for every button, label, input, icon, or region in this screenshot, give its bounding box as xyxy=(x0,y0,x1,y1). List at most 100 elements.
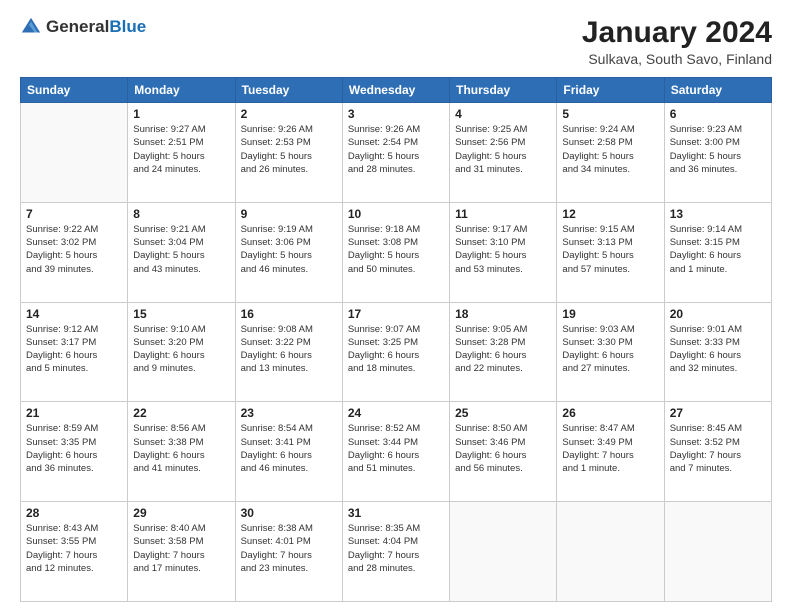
calendar-cell: 20 Sunrise: 9:01 AM Sunset: 3:33 PM Dayli… xyxy=(664,302,771,402)
day-info: Sunrise: 9:23 AM Sunset: 3:00 PM Dayligh… xyxy=(670,123,766,176)
logo-blue-text: Blue xyxy=(109,17,146,36)
day-number: 4 xyxy=(455,107,551,121)
day-number: 18 xyxy=(455,307,551,321)
weekday-header-wednesday: Wednesday xyxy=(342,78,449,103)
day-number: 21 xyxy=(26,406,122,420)
day-info: Sunrise: 9:18 AM Sunset: 3:08 PM Dayligh… xyxy=(348,223,444,276)
weekday-header-monday: Monday xyxy=(128,78,235,103)
calendar-cell: 5 Sunrise: 9:24 AM Sunset: 2:58 PM Daylig… xyxy=(557,103,664,203)
calendar-cell: 11 Sunrise: 9:17 AM Sunset: 3:10 PM Dayli… xyxy=(450,202,557,302)
day-number: 15 xyxy=(133,307,229,321)
calendar-cell: 17 Sunrise: 9:07 AM Sunset: 3:25 PM Dayli… xyxy=(342,302,449,402)
calendar-cell: 6 Sunrise: 9:23 AM Sunset: 3:00 PM Daylig… xyxy=(664,103,771,203)
day-number: 27 xyxy=(670,406,766,420)
day-number: 6 xyxy=(670,107,766,121)
day-info: Sunrise: 9:24 AM Sunset: 2:58 PM Dayligh… xyxy=(562,123,658,176)
day-number: 5 xyxy=(562,107,658,121)
day-number: 22 xyxy=(133,406,229,420)
calendar-cell: 24Sunrise: 8:52 AM Sunset: 3:44 PM Dayli… xyxy=(342,402,449,502)
day-info: Sunrise: 9:25 AM Sunset: 2:56 PM Dayligh… xyxy=(455,123,551,176)
weekday-header-saturday: Saturday xyxy=(664,78,771,103)
day-info: Sunrise: 9:17 AM Sunset: 3:10 PM Dayligh… xyxy=(455,223,551,276)
day-info: Sunrise: 8:45 AM Sunset: 3:52 PM Dayligh… xyxy=(670,422,766,475)
day-info: Sunrise: 8:40 AM Sunset: 3:58 PM Dayligh… xyxy=(133,522,229,575)
day-info: Sunrise: 9:05 AM Sunset: 3:28 PM Dayligh… xyxy=(455,323,551,376)
day-number: 23 xyxy=(241,406,337,420)
calendar-cell xyxy=(21,103,128,203)
calendar-cell: 8 Sunrise: 9:21 AM Sunset: 3:04 PM Daylig… xyxy=(128,202,235,302)
calendar-cell: 15 Sunrise: 9:10 AM Sunset: 3:20 PM Dayli… xyxy=(128,302,235,402)
weekday-header-thursday: Thursday xyxy=(450,78,557,103)
calendar-cell: 10Sunrise: 9:18 AM Sunset: 3:08 PM Dayli… xyxy=(342,202,449,302)
day-number: 31 xyxy=(348,506,444,520)
day-number: 19 xyxy=(562,307,658,321)
day-info: Sunrise: 9:08 AM Sunset: 3:22 PM Dayligh… xyxy=(241,323,337,376)
day-info: Sunrise: 8:54 AM Sunset: 3:41 PM Dayligh… xyxy=(241,422,337,475)
day-number: 26 xyxy=(562,406,658,420)
calendar-cell: 26Sunrise: 8:47 AM Sunset: 3:49 PM Dayli… xyxy=(557,402,664,502)
calendar-cell: 1Sunrise: 9:27 AM Sunset: 2:51 PM Daylig… xyxy=(128,103,235,203)
day-info: Sunrise: 9:12 AM Sunset: 3:17 PM Dayligh… xyxy=(26,323,122,376)
day-info: Sunrise: 8:59 AM Sunset: 3:35 PM Dayligh… xyxy=(26,422,122,475)
calendar-cell: 18 Sunrise: 9:05 AM Sunset: 3:28 PM Dayli… xyxy=(450,302,557,402)
calendar-cell: 14 Sunrise: 9:12 AM Sunset: 3:17 PM Dayli… xyxy=(21,302,128,402)
day-number: 2 xyxy=(241,107,337,121)
calendar-cell: 22 Sunrise: 8:56 AM Sunset: 3:38 PM Dayli… xyxy=(128,402,235,502)
day-info: Sunrise: 9:07 AM Sunset: 3:25 PM Dayligh… xyxy=(348,323,444,376)
calendar-cell: 3 Sunrise: 9:26 AM Sunset: 2:54 PM Daylig… xyxy=(342,103,449,203)
day-number: 3 xyxy=(348,107,444,121)
weekday-header-sunday: Sunday xyxy=(21,78,128,103)
day-info: Sunrise: 9:01 AM Sunset: 3:33 PM Dayligh… xyxy=(670,323,766,376)
calendar-cell: 16Sunrise: 9:08 AM Sunset: 3:22 PM Dayli… xyxy=(235,302,342,402)
calendar-cell: 28 Sunrise: 8:43 AM Sunset: 3:55 PM Dayli… xyxy=(21,502,128,602)
calendar-cell: 7Sunrise: 9:22 AM Sunset: 3:02 PM Daylig… xyxy=(21,202,128,302)
logo: GeneralBlue xyxy=(20,16,146,38)
calendar-cell: 25 Sunrise: 8:50 AM Sunset: 3:46 PM Dayli… xyxy=(450,402,557,502)
day-number: 9 xyxy=(241,207,337,221)
day-info: Sunrise: 9:10 AM Sunset: 3:20 PM Dayligh… xyxy=(133,323,229,376)
calendar-cell: 21 Sunrise: 8:59 AM Sunset: 3:35 PM Dayli… xyxy=(21,402,128,502)
day-info: Sunrise: 9:14 AM Sunset: 3:15 PM Dayligh… xyxy=(670,223,766,276)
logo-icon xyxy=(20,16,42,38)
day-info: Sunrise: 8:35 AM Sunset: 4:04 PM Dayligh… xyxy=(348,522,444,575)
day-info: Sunrise: 9:26 AM Sunset: 2:54 PM Dayligh… xyxy=(348,123,444,176)
title-block: January 2024 Sulkava, South Savo, Finlan… xyxy=(582,16,772,67)
calendar-subtitle: Sulkava, South Savo, Finland xyxy=(582,51,772,67)
calendar-cell: 31 Sunrise: 8:35 AM Sunset: 4:04 PM Dayli… xyxy=(342,502,449,602)
calendar-cell: 13 Sunrise: 9:14 AM Sunset: 3:15 PM Dayli… xyxy=(664,202,771,302)
day-info: Sunrise: 9:03 AM Sunset: 3:30 PM Dayligh… xyxy=(562,323,658,376)
day-number: 8 xyxy=(133,207,229,221)
calendar-cell xyxy=(557,502,664,602)
day-number: 28 xyxy=(26,506,122,520)
day-number: 11 xyxy=(455,207,551,221)
day-info: Sunrise: 9:26 AM Sunset: 2:53 PM Dayligh… xyxy=(241,123,337,176)
day-number: 1 xyxy=(133,107,229,121)
day-number: 13 xyxy=(670,207,766,221)
day-number: 14 xyxy=(26,307,122,321)
calendar-cell: 27 Sunrise: 8:45 AM Sunset: 3:52 PM Dayli… xyxy=(664,402,771,502)
day-number: 30 xyxy=(241,506,337,520)
day-number: 25 xyxy=(455,406,551,420)
day-info: Sunrise: 8:50 AM Sunset: 3:46 PM Dayligh… xyxy=(455,422,551,475)
calendar-cell: 30 Sunrise: 8:38 AM Sunset: 4:01 PM Dayli… xyxy=(235,502,342,602)
calendar-cell: 12 Sunrise: 9:15 AM Sunset: 3:13 PM Dayli… xyxy=(557,202,664,302)
day-number: 12 xyxy=(562,207,658,221)
day-info: Sunrise: 8:43 AM Sunset: 3:55 PM Dayligh… xyxy=(26,522,122,575)
calendar-cell: 2 Sunrise: 9:26 AM Sunset: 2:53 PM Daylig… xyxy=(235,103,342,203)
calendar-title: January 2024 xyxy=(582,16,772,49)
calendar-cell: 29 Sunrise: 8:40 AM Sunset: 3:58 PM Dayli… xyxy=(128,502,235,602)
logo-general-text: General xyxy=(46,17,109,36)
calendar-table: SundayMondayTuesdayWednesdayThursdayFrid… xyxy=(20,77,772,602)
calendar-cell: 9 Sunrise: 9:19 AM Sunset: 3:06 PM Daylig… xyxy=(235,202,342,302)
day-info: Sunrise: 8:56 AM Sunset: 3:38 PM Dayligh… xyxy=(133,422,229,475)
day-info: Sunrise: 9:19 AM Sunset: 3:06 PM Dayligh… xyxy=(241,223,337,276)
day-info: Sunrise: 9:21 AM Sunset: 3:04 PM Dayligh… xyxy=(133,223,229,276)
calendar-cell: 4 Sunrise: 9:25 AM Sunset: 2:56 PM Daylig… xyxy=(450,103,557,203)
day-number: 29 xyxy=(133,506,229,520)
day-info: Sunrise: 8:38 AM Sunset: 4:01 PM Dayligh… xyxy=(241,522,337,575)
calendar-cell xyxy=(664,502,771,602)
weekday-header-tuesday: Tuesday xyxy=(235,78,342,103)
day-number: 20 xyxy=(670,307,766,321)
day-number: 17 xyxy=(348,307,444,321)
day-info: Sunrise: 9:15 AM Sunset: 3:13 PM Dayligh… xyxy=(562,223,658,276)
